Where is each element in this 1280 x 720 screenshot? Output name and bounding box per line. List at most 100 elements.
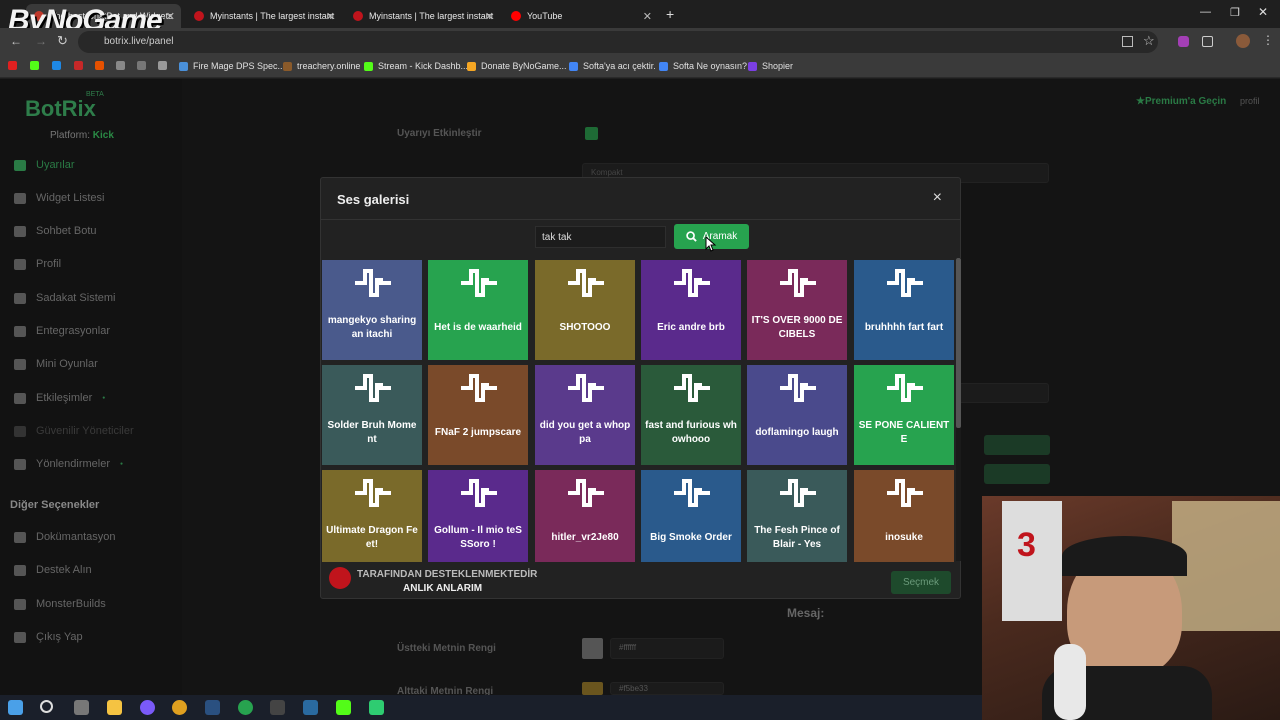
scrollbar-thumb[interactable] <box>956 258 961 428</box>
sound-wave-icon <box>355 374 391 402</box>
sound-tile[interactable]: doflamingo laugh <box>747 365 847 465</box>
sound-tile[interactable]: SE PONE CALIENTE <box>854 365 954 465</box>
sound-tile-label: mangekyo sharingan itachi <box>327 315 417 340</box>
profile-avatar[interactable] <box>1236 34 1250 48</box>
bookmark-icon-shortcut[interactable] <box>52 61 66 70</box>
sidebar-item-monsterbuilds[interactable]: MonsterBuilds <box>14 598 106 610</box>
sidebar-item-profile[interactable]: Profil <box>14 258 61 270</box>
sound-tile[interactable]: inosuke <box>854 470 954 562</box>
bookmark-fire-mage[interactable]: Fire Mage DPS Spec... <box>179 61 285 71</box>
windows-start-icon[interactable] <box>8 700 23 715</box>
bookmark-donate[interactable]: Donate ByNoGame... <box>467 61 567 71</box>
epic-games-icon[interactable] <box>270 700 285 715</box>
bottom-text-color-input[interactable]: #f5be33 <box>610 682 724 695</box>
top-text-color-swatch[interactable] <box>582 638 603 659</box>
sidebar-item-loyalty[interactable]: Sadakat Sistemi <box>14 292 115 304</box>
upload-button[interactable] <box>984 464 1050 484</box>
sound-tile[interactable]: Solder Bruh Moment <box>322 365 422 465</box>
brand-logo[interactable]: BotRix <box>25 96 96 122</box>
sidebar-item-trusted-moderators[interactable]: Güvenilir Yöneticiler <box>14 425 134 437</box>
bookmark-softa-1[interactable]: Softa'ya acı çektir. <box>569 61 656 71</box>
discord-icon[interactable] <box>140 700 155 715</box>
url-input[interactable]: botrix.live/panel <box>78 31 1158 53</box>
sponsor-name[interactable]: ANLIK ANLARIM <box>403 583 482 594</box>
browser-menu-icon[interactable]: ⋮ <box>1262 33 1274 47</box>
search-icon[interactable] <box>40 700 53 713</box>
sound-tile[interactable]: hitler_vr2Je80 <box>535 470 635 562</box>
sound-search-input[interactable] <box>535 226 666 248</box>
browser-tab-myinstants-1[interactable]: Myinstants | The largest instant ✕ <box>186 4 341 28</box>
close-tab-icon[interactable]: ✕ <box>326 10 335 23</box>
sound-tile[interactable]: The Fesh Pince of Blair - Yes <box>747 470 847 562</box>
sound-tile[interactable]: Ultimate Dragon Feet! <box>322 470 422 562</box>
music-icon <box>14 392 26 404</box>
reload-icon[interactable]: ↻ <box>57 33 68 49</box>
sound-tile[interactable]: Big Smoke Order <box>641 470 741 562</box>
close-icon[interactable]: × <box>933 189 942 207</box>
upload-button[interactable] <box>984 435 1050 455</box>
back-icon[interactable]: ← <box>10 34 22 48</box>
sound-tile[interactable]: Het is de waarheid <box>428 260 528 360</box>
bookmark-shopier[interactable]: Shopier <box>748 61 793 71</box>
browser-tab-youtube[interactable]: YouTube ✕ <box>503 4 658 28</box>
close-window-button[interactable]: ✕ <box>1258 5 1268 19</box>
sound-tile[interactable]: Eric andre brb <box>641 260 741 360</box>
minimize-button[interactable]: — <box>1200 6 1211 18</box>
steam-icon[interactable] <box>205 700 220 715</box>
bookmark-treachery[interactable]: treachery.online <box>283 61 360 71</box>
sidebar-item-widget-list[interactable]: Widget Listesi <box>14 192 104 204</box>
bottom-text-color-swatch[interactable] <box>582 682 603 695</box>
bookmark-icon-shortcut[interactable] <box>8 61 22 70</box>
sound-tile[interactable]: FNaF 2 jumpscare <box>428 365 528 465</box>
bookmark-icon-shortcut[interactable] <box>95 61 109 70</box>
sound-tile[interactable]: IT'S OVER 9000 DECIBELS <box>747 260 847 360</box>
sidebar-item-support[interactable]: Destek Alın <box>14 564 92 576</box>
chrome-icon[interactable] <box>172 700 187 715</box>
xbox-icon[interactable] <box>238 700 253 715</box>
sidebar-item-chatbot[interactable]: Sohbet Botu <box>14 225 97 237</box>
sound-tile[interactable]: did you get a whoppa <box>535 365 635 465</box>
close-tab-icon[interactable]: ✕ <box>166 10 175 23</box>
logout-icon <box>14 631 26 643</box>
close-tab-icon[interactable]: ✕ <box>485 10 494 23</box>
premium-link[interactable]: ★Premium'a Geçin <box>1136 96 1226 107</box>
sound-tile[interactable]: mangekyo sharingan itachi <box>322 260 422 360</box>
extensions-puzzle-icon[interactable] <box>1202 36 1213 47</box>
top-text-color-input[interactable]: #ffffff <box>610 638 724 659</box>
bookmark-softa-2[interactable]: Softa Ne oynasın? <box>659 61 747 71</box>
sound-tile[interactable]: fast and furious whowhooo <box>641 365 741 465</box>
bookmark-icon-shortcut[interactable] <box>158 61 172 70</box>
file-explorer-icon[interactable] <box>107 700 122 715</box>
extension-icon[interactable] <box>1178 36 1189 47</box>
bookmark-icon-shortcut[interactable] <box>30 61 44 70</box>
sidebar-item-alerts[interactable]: Uyarılar <box>14 159 75 171</box>
bookmark-kick-dashboard[interactable]: Stream - Kick Dashb... <box>364 61 468 71</box>
kick-icon[interactable] <box>336 700 351 715</box>
new-tab-button[interactable]: + <box>666 6 674 22</box>
enable-alert-checkbox[interactable] <box>585 127 598 140</box>
bookmark-icon-shortcut[interactable] <box>74 61 88 70</box>
sidebar-item-mini-games[interactable]: Mini Oyunlar <box>14 358 98 370</box>
sound-tile[interactable]: bruhhhh fart fart <box>854 260 954 360</box>
task-view-icon[interactable] <box>74 700 89 715</box>
sound-tile[interactable]: SHOTOOO <box>535 260 635 360</box>
close-tab-icon[interactable]: ✕ <box>643 10 652 23</box>
sidebar-item-logout[interactable]: Çıkış Yap <box>14 631 83 643</box>
sidebar-item-docs[interactable]: Dokümantasyon <box>14 531 116 543</box>
translate-icon[interactable] <box>1122 36 1133 47</box>
sidebar-item-integrations[interactable]: Entegrasyonlar <box>14 325 110 337</box>
maximize-button[interactable]: ❐ <box>1230 6 1240 19</box>
bookmark-star-icon[interactable]: ☆ <box>1143 33 1155 49</box>
app-icon[interactable] <box>303 700 318 715</box>
bookmark-icon-shortcut[interactable] <box>116 61 130 70</box>
sound-tile[interactable]: Gollum - Il mio teSSSoro ! <box>428 470 528 562</box>
sidebar-item-interactions[interactable]: Etkileşimler ● <box>14 392 105 404</box>
app-icon[interactable] <box>369 700 384 715</box>
forward-icon[interactable]: → <box>35 34 47 48</box>
sidebar-item-redirects[interactable]: Yönlendirmeler ● <box>14 458 123 470</box>
bookmark-icon-shortcut[interactable] <box>137 61 151 70</box>
sound-wave-icon <box>780 374 816 402</box>
profile-link[interactable]: profil <box>1240 96 1260 106</box>
browser-tab-myinstants-2[interactable]: Myinstants | The largest instant ✕ <box>345 4 500 28</box>
select-button[interactable]: Seçmek <box>891 571 951 594</box>
